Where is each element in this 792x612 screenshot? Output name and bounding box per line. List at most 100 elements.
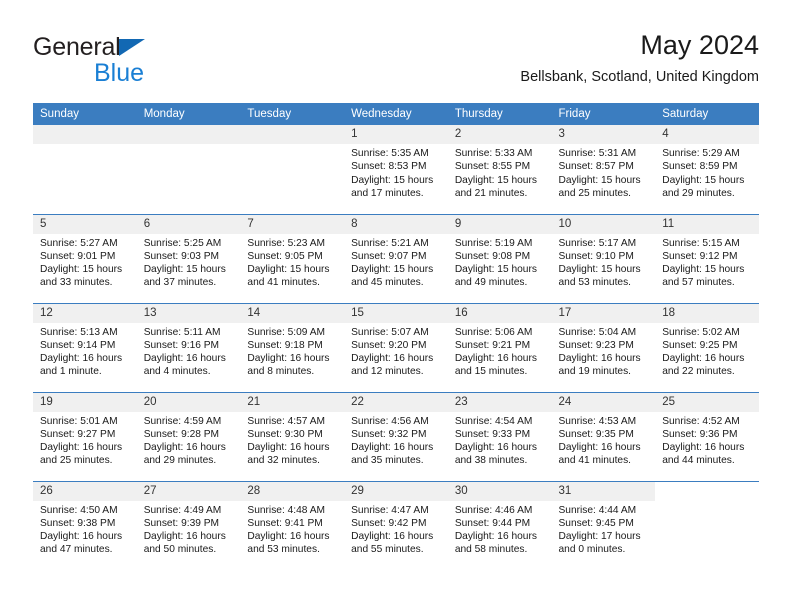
daylight-text: Daylight: 16 hours and 29 minutes.: [143, 442, 226, 467]
calendar-day-cell[interactable]: 23 Sunrise: 4:54 AM Sunset: 9:33 PM Dayligh…: [447, 391, 552, 481]
calendar-day-cell[interactable]: 22 Sunrise: 4:56 AM Sunset: 9:32 PM Dayligh…: [344, 391, 448, 481]
daylight-text: Daylight: 15 hours and 25 minutes.: [558, 174, 641, 199]
day-details: Sunrise: 4:48 AM Sunset: 9:41 PM Daylight:…: [240, 501, 344, 557]
calendar-day-cell[interactable]: 30 Sunrise: 4:46 AM Sunset: 9:44 PM Dayligh…: [447, 480, 552, 570]
calendar-day-cell[interactable]: 19 Sunrise: 5:01 AM Sunset: 9:27 PM Dayligh…: [33, 391, 137, 481]
day-details: Sunrise: 5:33 AM Sunset: 8:55 PM Daylight:…: [448, 144, 552, 200]
general-blue-logo[interactable]: General Blue: [33, 32, 273, 94]
daylight-text: Daylight: 16 hours and 44 minutes.: [662, 442, 745, 467]
calendar-page: General Blue May 2024 Bellsbank, Scotlan…: [0, 0, 792, 612]
calendar-day-cell[interactable]: 17 Sunrise: 5:04 AM Sunset: 9:23 PM Dayligh…: [551, 302, 656, 392]
day-number: 15: [344, 303, 448, 323]
calendar-day-cell[interactable]: 14 Sunrise: 5:09 AM Sunset: 9:18 PM Dayligh…: [240, 302, 345, 392]
calendar-day-cell[interactable]: 25 Sunrise: 4:52 AM Sunset: 9:36 PM Dayligh…: [655, 391, 759, 481]
calendar-day-cell[interactable]: 27 Sunrise: 4:49 AM Sunset: 9:39 PM Dayligh…: [136, 480, 241, 570]
calendar-day-cell[interactable]: 6 Sunrise: 5:25 AM Sunset: 9:03 PM Daylight…: [136, 213, 241, 303]
sunrise-text: Sunrise: 5:29 AM: [662, 148, 740, 159]
sunrise-text: Sunrise: 5:09 AM: [247, 326, 325, 338]
day-details: Sunrise: 5:25 AM Sunset: 9:03 PM Daylight:…: [137, 234, 241, 290]
sunrise-text: Sunrise: 5:13 AM: [40, 326, 118, 338]
day-number: 4: [655, 125, 759, 144]
sunset-text: Sunset: 9:44 PM: [454, 517, 531, 529]
day-details: Sunrise: 4:47 AM Sunset: 9:42 PM Daylight:…: [344, 501, 448, 557]
sunrise-text: Sunrise: 5:21 AM: [351, 237, 429, 249]
calendar-day-cell[interactable]: 13 Sunrise: 5:11 AM Sunset: 9:16 PM Dayligh…: [136, 302, 241, 392]
calendar-week-row: 1 Sunrise: 5:35 AM Sunset: 8:53 PM Daylight…: [33, 125, 759, 214]
day-number: 19: [33, 392, 137, 412]
calendar-day-cell[interactable]: 7 Sunrise: 5:23 AM Sunset: 9:05 PM Daylight…: [240, 213, 345, 303]
calendar-day-cell[interactable]: 24 Sunrise: 4:53 AM Sunset: 9:35 PM Dayligh…: [551, 391, 656, 481]
sunrise-text: Sunrise: 4:57 AM: [247, 415, 325, 427]
sunset-text: Sunset: 9:21 PM: [454, 339, 531, 351]
daylight-text: Daylight: 16 hours and 8 minutes.: [247, 353, 330, 378]
calendar-day-cell[interactable]: 21 Sunrise: 4:57 AM Sunset: 9:30 PM Dayligh…: [240, 391, 345, 481]
calendar-day-cell[interactable]: 3 Sunrise: 5:31 AM Sunset: 8:57 PM Daylight…: [551, 125, 656, 214]
sunrise-text: Sunrise: 4:50 AM: [40, 504, 118, 516]
calendar-day-cell[interactable]: 29 Sunrise: 4:47 AM Sunset: 9:42 PM Dayligh…: [344, 480, 448, 570]
day-details: Sunrise: 4:50 AM Sunset: 9:38 PM Daylight:…: [33, 501, 137, 557]
calendar-day-cell[interactable]: 12 Sunrise: 5:13 AM Sunset: 9:14 PM Dayligh…: [33, 302, 137, 392]
daylight-text: Daylight: 16 hours and 38 minutes.: [454, 442, 537, 467]
calendar-day-cell[interactable]: 2 Sunrise: 5:33 AM Sunset: 8:55 PM Daylight…: [447, 125, 552, 214]
calendar-day-cell[interactable]: 20 Sunrise: 4:59 AM Sunset: 9:28 PM Dayligh…: [136, 391, 241, 481]
calendar-day-cell[interactable]: 16 Sunrise: 5:06 AM Sunset: 9:21 PM Dayligh…: [447, 302, 552, 392]
calendar-day-cell[interactable]: 10 Sunrise: 5:17 AM Sunset: 9:10 PM Dayligh…: [551, 213, 656, 303]
sunrise-text: Sunrise: 4:56 AM: [351, 415, 429, 427]
daylight-text: Daylight: 16 hours and 1 minute.: [40, 353, 123, 378]
daylight-text: Daylight: 16 hours and 32 minutes.: [247, 442, 330, 467]
day-details: Sunrise: 5:17 AM Sunset: 9:10 PM Daylight:…: [552, 234, 656, 290]
calendar-day-cell[interactable]: 11 Sunrise: 5:15 AM Sunset: 9:12 PM Dayligh…: [655, 213, 759, 303]
sunrise-text: Sunrise: 5:06 AM: [454, 326, 533, 338]
calendar-day-cell[interactable]: 8 Sunrise: 5:21 AM Sunset: 9:07 PM Daylight…: [344, 213, 448, 303]
page-title: May 2024: [640, 30, 759, 60]
sunrise-text: Sunrise: 4:44 AM: [558, 504, 637, 516]
day-details: Sunrise: 5:31 AM Sunset: 8:57 PM Daylight:…: [552, 144, 656, 200]
daylight-text: Daylight: 15 hours and 45 minutes.: [351, 264, 434, 289]
day-number: 3: [551, 125, 656, 144]
daylight-text: Daylight: 15 hours and 21 minutes.: [454, 174, 537, 199]
calendar-day-cell[interactable]: 18 Sunrise: 5:02 AM Sunset: 9:25 PM Dayligh…: [655, 302, 759, 392]
sunrise-text: Sunrise: 5:23 AM: [247, 237, 325, 249]
day-details: Sunrise: 5:29 AM Sunset: 8:59 PM Daylight:…: [655, 144, 759, 200]
sunset-text: Sunset: 8:59 PM: [662, 161, 738, 173]
day-details: Sunrise: 5:23 AM Sunset: 9:05 PM Daylight:…: [240, 234, 344, 290]
daylight-text: Daylight: 16 hours and 15 minutes.: [454, 353, 537, 378]
calendar-day-cell[interactable]: 28 Sunrise: 4:48 AM Sunset: 9:41 PM Dayligh…: [240, 480, 345, 570]
title-block: May 2024 Bellsbank, Scotland, United Kin…: [520, 28, 759, 88]
weekday-header-saturday: Saturday: [655, 103, 759, 125]
logo-triangle-icon: [118, 39, 145, 56]
calendar-day-cell-empty: [240, 125, 345, 214]
page-subtitle: Bellsbank, Scotland, United Kingdom: [520, 69, 759, 85]
sunset-text: Sunset: 9:01 PM: [40, 250, 116, 262]
day-number: 28: [240, 481, 345, 501]
daylight-text: Daylight: 15 hours and 17 minutes.: [351, 174, 434, 199]
calendar-day-cell-empty: [136, 125, 241, 214]
calendar-day-cell[interactable]: 1 Sunrise: 5:35 AM Sunset: 8:53 PM Daylight…: [344, 125, 448, 214]
sunrise-text: Sunrise: 5:25 AM: [143, 237, 222, 249]
daylight-text: Daylight: 17 hours and 0 minutes.: [558, 531, 641, 556]
day-details: Sunrise: 5:21 AM Sunset: 9:07 PM Daylight:…: [344, 234, 448, 290]
day-number: 12: [33, 303, 137, 323]
calendar-day-cell[interactable]: 5 Sunrise: 5:27 AM Sunset: 9:01 PM Daylight…: [33, 213, 137, 303]
calendar-day-cell[interactable]: 9 Sunrise: 5:19 AM Sunset: 9:08 PM Daylight…: [447, 213, 552, 303]
calendar-day-cell[interactable]: 26 Sunrise: 4:50 AM Sunset: 9:38 PM Dayligh…: [33, 480, 137, 570]
day-number: 24: [551, 392, 656, 412]
day-details: Sunrise: 4:57 AM Sunset: 9:30 PM Daylight:…: [240, 412, 344, 468]
calendar-day-cell[interactable]: 4 Sunrise: 5:29 AM Sunset: 8:59 PM Daylight…: [655, 125, 759, 214]
daylight-text: Daylight: 16 hours and 55 minutes.: [351, 531, 434, 556]
sunset-text: Sunset: 9:42 PM: [351, 517, 427, 529]
day-number: 25: [655, 392, 759, 412]
sunset-text: Sunset: 9:16 PM: [143, 339, 220, 351]
day-number: 9: [447, 214, 552, 234]
sunset-text: Sunset: 9:39 PM: [143, 517, 220, 529]
calendar-day-cell[interactable]: 31 Sunrise: 4:44 AM Sunset: 9:45 PM Dayligh…: [551, 480, 656, 570]
sunrise-text: Sunrise: 5:01 AM: [40, 415, 118, 427]
sunset-text: Sunset: 9:08 PM: [454, 250, 531, 262]
calendar-week-row: 26 Sunrise: 4:50 AM Sunset: 9:38 PM Dayligh…: [33, 480, 759, 570]
sunrise-text: Sunrise: 5:04 AM: [558, 326, 637, 338]
sunrise-text: Sunrise: 4:53 AM: [558, 415, 637, 427]
day-details: Sunrise: 5:35 AM Sunset: 8:53 PM Daylight:…: [344, 144, 448, 200]
day-details: Sunrise: 4:44 AM Sunset: 9:45 PM Daylight:…: [552, 501, 656, 557]
sunrise-text: Sunrise: 5:11 AM: [143, 326, 221, 338]
calendar-day-cell[interactable]: 15 Sunrise: 5:07 AM Sunset: 9:20 PM Dayligh…: [344, 302, 448, 392]
